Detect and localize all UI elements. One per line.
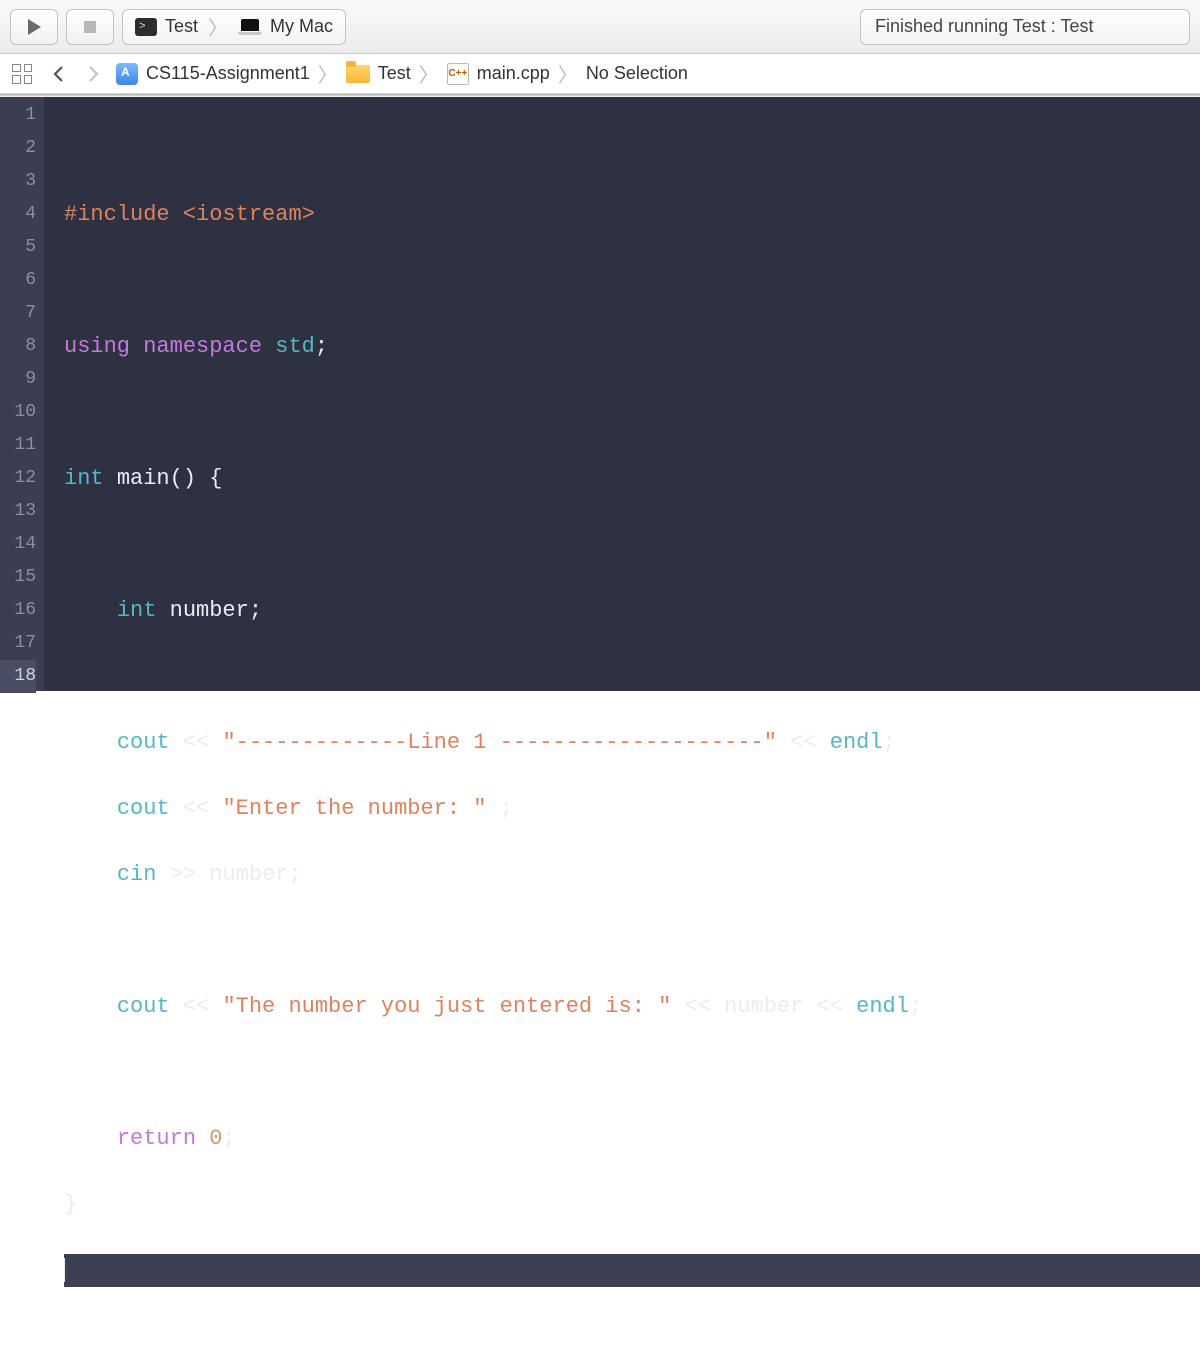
- scheme-selector[interactable]: Test 〉 My Mac: [122, 9, 346, 45]
- token-io: endl: [830, 730, 883, 755]
- scheme-device-label: My Mac: [270, 16, 333, 37]
- folder-icon: [346, 65, 370, 83]
- text-cursor: [64, 1258, 65, 1282]
- token-io: endl: [856, 994, 909, 1019]
- terminal-icon: [135, 18, 157, 36]
- token-io: cout: [117, 796, 170, 821]
- chevron-right-icon: 〉: [208, 12, 228, 41]
- token-io: cin: [117, 862, 157, 887]
- token-keyword: using: [64, 334, 130, 359]
- code-area[interactable]: #include <iostream> using namespace std;…: [44, 97, 1200, 691]
- token-io: cout: [117, 730, 170, 755]
- chevron-right-icon: [88, 65, 100, 83]
- editor: 123456789101112131415161718 #include <io…: [0, 97, 1200, 691]
- token-ident: std: [275, 334, 315, 359]
- play-icon: [26, 18, 42, 36]
- project-icon: [116, 63, 138, 85]
- token-ident: main: [117, 466, 170, 491]
- token-number: 0: [209, 1126, 222, 1151]
- token-string: "-------------Line 1 -------------------…: [222, 730, 777, 755]
- line-gutter[interactable]: 123456789101112131415161718: [0, 97, 44, 691]
- token-ident: number: [170, 598, 249, 623]
- toolbar: Test 〉 My Mac Finished running Test : Te…: [0, 0, 1200, 54]
- token-keyword: namespace: [143, 334, 262, 359]
- token-type: int: [117, 598, 157, 623]
- related-items-button[interactable]: [8, 60, 36, 88]
- status-bar[interactable]: Finished running Test : Test: [860, 9, 1190, 45]
- token-ident: number: [724, 994, 803, 1019]
- chevron-right-icon: 〉: [558, 59, 578, 88]
- token-keyword: return: [117, 1126, 196, 1151]
- stop-icon: [83, 20, 97, 34]
- breadcrumb-project[interactable]: CS115-Assignment1: [146, 63, 310, 84]
- token-string: "Enter the number: ": [222, 796, 486, 821]
- breadcrumb-file[interactable]: main.cpp: [477, 63, 550, 84]
- cpp-file-icon: C++: [447, 63, 469, 85]
- forward-button[interactable]: [80, 60, 108, 88]
- token-header: <iostream>: [183, 202, 315, 227]
- token-type: int: [64, 466, 104, 491]
- run-button[interactable]: [10, 9, 58, 45]
- grid-icon: [12, 64, 32, 84]
- chevron-left-icon: [52, 65, 64, 83]
- chevron-right-icon: 〉: [318, 59, 338, 88]
- breadcrumb-folder[interactable]: Test: [378, 63, 411, 84]
- breadcrumb-selection[interactable]: No Selection: [586, 63, 688, 84]
- back-button[interactable]: [44, 60, 72, 88]
- stop-button[interactable]: [66, 9, 114, 45]
- status-text: Finished running Test : Test: [875, 16, 1093, 37]
- token-preproc: #include: [64, 202, 170, 227]
- token-io: cout: [117, 994, 170, 1019]
- laptop-icon: [238, 19, 262, 35]
- chevron-right-icon: 〉: [419, 59, 439, 88]
- token-ident: number: [209, 862, 288, 887]
- jump-bar: CS115-Assignment1 〉 Test 〉 C++ main.cpp …: [0, 54, 1200, 94]
- scheme-target-label: Test: [165, 16, 198, 37]
- token-string: "The number you just entered is: ": [222, 994, 671, 1019]
